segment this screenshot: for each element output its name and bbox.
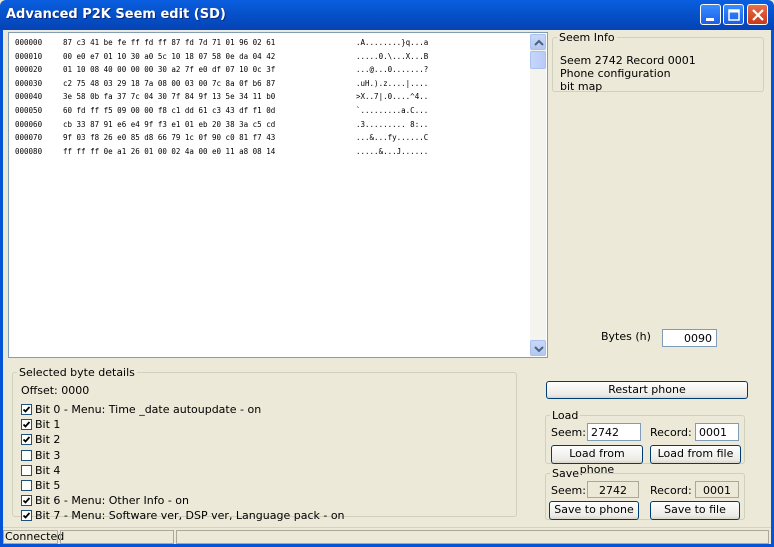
save-legend: Save: [552, 467, 580, 480]
load-from-phone-button[interactable]: Load from phone: [551, 445, 643, 476]
save-to-file-button[interactable]: Save to file: [650, 501, 740, 520]
hex-row-offset: 000060: [15, 119, 43, 129]
seem-info-line-1: Seem 2742 Record 0001: [560, 54, 696, 67]
hex-row-bytes[interactable]: 9f 03 f8 26 e0 85 d8 66 79 1c 0f 90 c0 8…: [63, 131, 275, 145]
bit-3-checkbox[interactable]: [21, 449, 32, 461]
seem-info-group: Seem Info Seem 2742 Record 0001 Phone co…: [552, 31, 764, 93]
save-to-phone-button[interactable]: Save to phone: [549, 501, 639, 520]
bit-7-label: Bit 7 - Menu: Software ver, DSP ver, Lan…: [35, 509, 345, 523]
load-record-label: Record:: [650, 426, 692, 439]
save-seem-value: 2742: [587, 481, 639, 498]
bit-4-checkbox[interactable]: [21, 464, 32, 476]
hex-row-bytes[interactable]: 60 fd ff f5 09 00 00 f8 c1 dd 61 c3 43 d…: [63, 104, 275, 118]
bytes-label: Bytes (h): [601, 330, 651, 343]
checkmark-icon: [22, 436, 31, 444]
load-legend: Load: [552, 409, 579, 422]
scroll-up-button[interactable]: [530, 34, 546, 50]
hex-row-ascii[interactable]: ...&...fy......C: [356, 131, 428, 145]
hex-row-bytes[interactable]: ff ff ff 0e a1 26 01 00 02 4a 00 e0 11 a…: [63, 145, 275, 159]
bit-1-checkbox[interactable]: [21, 419, 32, 431]
hex-row-offset: 000040: [15, 92, 43, 102]
hex-row-ascii[interactable]: `.........a.C...: [356, 104, 428, 118]
hex-row-bytes[interactable]: c2 75 48 03 29 18 7a 08 00 03 00 7c 8a 0…: [63, 77, 275, 91]
maximize-icon: [728, 9, 740, 21]
bit-5-label: Bit 5: [35, 479, 61, 492]
chevron-down-icon: [534, 346, 544, 353]
hex-row-bytes[interactable]: cb 33 87 91 e6 e4 9f f3 e1 01 eb 20 38 3…: [63, 118, 275, 132]
hex-row-offset: 000020: [15, 65, 43, 75]
hex-row-offset: 000000: [15, 38, 43, 47]
scroll-thumb[interactable]: [530, 51, 546, 69]
bit-6-checkbox[interactable]: [21, 495, 32, 507]
hex-row-bytes[interactable]: 00 e0 e7 01 10 30 a0 5c 10 18 07 58 0e d…: [63, 50, 275, 64]
load-seem-label: Seem:: [551, 426, 586, 439]
save-record-label: Record:: [650, 484, 692, 497]
hex-row-offset: 000080: [15, 146, 43, 156]
seem-info-line-3: bit map: [560, 80, 603, 93]
hex-row-ascii[interactable]: .3......... 8:..: [356, 118, 428, 132]
restart-phone-button[interactable]: Restart phone: [546, 381, 748, 399]
status-panel-3: [176, 530, 769, 544]
load-group: Load Seem: 2742 Record: 0001 Load from p…: [545, 409, 745, 476]
hex-editor[interactable]: 000000 87 c3 41 be fe ff fd ff 87 fd 7d 7…: [8, 32, 548, 358]
status-panel-2: [60, 530, 174, 544]
hex-row-bytes[interactable]: 01 10 08 40 00 00 00 30 a2 7f e0 df 07 1…: [63, 63, 275, 77]
save-group: Save Seem: 2742 Record: 0001 Save to pho…: [545, 467, 745, 520]
bit-6-label: Bit 6 - Menu: Other Info - on: [35, 494, 189, 508]
bit-2-checkbox[interactable]: [21, 434, 32, 446]
save-record-value: 0001: [695, 481, 739, 498]
seem-info-legend: Seem Info: [559, 31, 615, 44]
load-seem-field[interactable]: 2742: [587, 423, 641, 441]
status-bar: Connected: [3, 527, 771, 545]
title-bar: Advanced P2K Seem edit (SD): [0, 0, 774, 30]
bit-2-label: Bit 2: [35, 433, 61, 447]
save-seem-label: Seem:: [551, 484, 586, 497]
hex-row-ascii[interactable]: .....&...J......: [356, 145, 428, 159]
chevron-up-icon: [534, 39, 544, 46]
bit-3-label: Bit 3: [35, 448, 61, 462]
checkmark-icon: [22, 497, 31, 504]
hex-row-bytes[interactable]: 87 c3 41 be fe ff fd ff 87 fd 7d 71 01 9…: [63, 36, 275, 50]
minimize-button[interactable]: [700, 4, 721, 25]
close-icon: [752, 9, 764, 21]
bit-7-checkbox[interactable]: [21, 510, 32, 522]
selected-byte-details-legend: Selected byte details: [19, 366, 135, 379]
hex-row-ascii[interactable]: .....0.\...X...B: [356, 50, 428, 64]
seem-info-line-2: Phone configuration: [560, 67, 671, 80]
load-record-field[interactable]: 0001: [695, 423, 739, 441]
bytes-field[interactable]: 0090: [662, 329, 717, 347]
hex-row-ascii[interactable]: >X..7|.0....^4..: [356, 90, 428, 104]
selected-byte-details-group: Selected byte details Offset: 0000 Bit 0…: [12, 366, 517, 522]
hex-row-ascii[interactable]: ...@...0.......?: [356, 63, 428, 77]
hex-row-ascii[interactable]: .A........}q...a: [356, 36, 428, 50]
bit-5-checkbox[interactable]: [21, 480, 32, 491]
load-from-file-button[interactable]: Load from file: [650, 445, 741, 464]
checkmark-icon: [22, 512, 31, 520]
checkmark-icon: [22, 406, 31, 413]
hex-row-bytes[interactable]: 3e 58 0b fa 37 7c 04 30 7f 84 9f 13 5e 3…: [63, 90, 275, 104]
bit-0-label: Bit 0 - Menu: Time _date autoupdate - on: [35, 403, 262, 416]
window-title: Advanced P2K Seem edit (SD): [6, 7, 226, 22]
vertical-scrollbar[interactable]: [530, 34, 546, 356]
hex-row-offset: 000030: [15, 78, 43, 88]
checkmark-icon: [22, 421, 31, 428]
minimize-icon: [706, 18, 714, 21]
hex-row-ascii[interactable]: .uH.).z....|....: [356, 77, 428, 91]
scroll-down-button[interactable]: [530, 340, 546, 356]
status-connection: Connected: [3, 530, 65, 544]
hex-row-offset: 000050: [15, 105, 43, 115]
close-button[interactable]: [747, 4, 768, 25]
hex-row-offset: 000070: [15, 133, 43, 143]
bit-4-label: Bit 4: [35, 463, 61, 477]
bit-1-label: Bit 1: [35, 418, 61, 432]
maximize-button[interactable]: [723, 4, 744, 25]
bit-0-checkbox[interactable]: [21, 404, 32, 415]
offset-label: Offset: 0000: [21, 384, 90, 397]
hex-row-offset: 000010: [15, 51, 43, 61]
